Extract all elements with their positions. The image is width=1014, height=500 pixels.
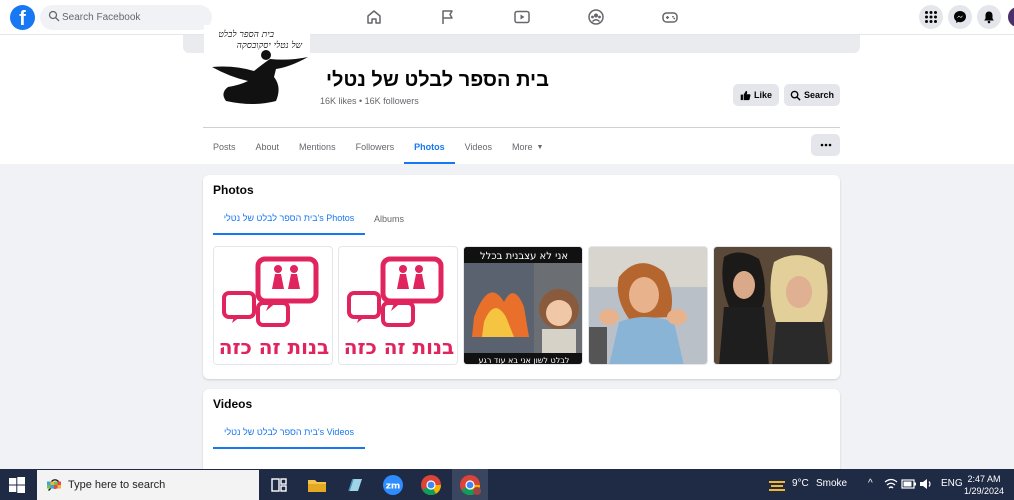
chrome-profile-icon[interactable]: [458, 473, 482, 497]
bell-icon: [984, 11, 994, 24]
search-icon: [790, 90, 801, 101]
tab-posts[interactable]: Posts: [203, 130, 246, 164]
account-avatar[interactable]: [1006, 5, 1014, 29]
windows-taskbar: Type here to search zm 9°C Smoke ^ ENG 2…: [0, 469, 1014, 500]
clock-date: 1/29/2024: [963, 486, 1005, 496]
svg-text:של נטלי יסקובסקה: של נטלי יסקובסקה: [237, 40, 303, 51]
photo-caption: בנות זה כזה: [219, 335, 330, 359]
weather-icon: [769, 481, 785, 491]
subtab-page-photos[interactable]: בית הספר לבלט של נטלי's Photos: [213, 203, 365, 235]
notifications-button[interactable]: [977, 5, 1001, 29]
like-label: Like: [753, 90, 772, 100]
task-view-icon[interactable]: [267, 473, 291, 497]
tab-followers[interactable]: Followers: [346, 130, 405, 164]
messenger-icon: [954, 11, 966, 23]
photo-thumbnail[interactable]: בנות זה כזה: [338, 246, 458, 365]
zoom-icon[interactable]: zm: [381, 473, 405, 497]
tab-videos[interactable]: Videos: [455, 130, 502, 164]
meme-top-text: אני לא עצבנית בכלל: [480, 251, 568, 262]
page-search-button[interactable]: Search: [784, 84, 840, 106]
notes-app-icon[interactable]: [343, 473, 367, 497]
tab-more-label: More: [511, 142, 533, 152]
photos-card: Photos בית הספר לבלט של נטלי's Photos Al…: [203, 175, 840, 379]
photo-thumbnail[interactable]: [713, 246, 833, 365]
battery-icon[interactable]: [901, 477, 917, 491]
taskbar-search-box[interactable]: Type here to search: [37, 470, 259, 500]
meme-image: אני לא עצבנית בכלל לבלט לשון אני בא עוד …: [464, 247, 582, 365]
photo-thumbnail[interactable]: אני לא עצבנית בכלל לבלט לשון אני בא עוד …: [463, 246, 583, 365]
search-input[interactable]: [62, 7, 202, 28]
bubbles-logo-image: בנות זה כזה: [344, 256, 455, 359]
clock-time: 2:47 AM: [967, 474, 1001, 484]
page-title: בית הספר לבלט של נטלי: [326, 69, 549, 91]
volume-icon[interactable]: [919, 477, 933, 491]
weather-temp: 9°C: [792, 478, 809, 489]
tab-mentions[interactable]: Mentions: [289, 130, 346, 164]
messenger-button[interactable]: [948, 5, 972, 29]
puzzle-icon: [47, 481, 61, 489]
meme-bottom-text: לבלט לשון אני בא עוד רגע: [479, 356, 570, 365]
language-indicator[interactable]: ENG: [941, 478, 963, 489]
ellipsis-icon: [820, 143, 831, 147]
header-divider: [203, 127, 840, 128]
flag-icon[interactable]: [439, 8, 457, 26]
windows-start-icon[interactable]: [8, 476, 26, 494]
photos-title: Photos: [213, 183, 254, 197]
video-icon[interactable]: [513, 8, 531, 26]
chevron-up-icon[interactable]: ^: [868, 478, 873, 489]
search-icon: [48, 10, 60, 22]
videos-card: Videos בית הספר לבלט של נטלי's Videos: [203, 389, 840, 469]
svg-text:בית הספר לבלט: בית הספר לבלט: [218, 29, 274, 40]
gaming-icon[interactable]: [661, 8, 679, 26]
menu-grid-icon: [925, 11, 937, 23]
photo-thumbnail[interactable]: בנות זה כזה: [213, 246, 333, 365]
photo-caption: בנות זה כזה: [344, 335, 455, 359]
ballerina-logo-image: בית הספר לבלט של נטלי יסקובסקה: [212, 29, 308, 104]
menu-grid-button[interactable]: [919, 5, 943, 29]
tab-about[interactable]: About: [246, 130, 290, 164]
page-header: בית הספר לבלט של נטלי יסקובסקה בית הספר …: [0, 25, 1014, 164]
zoom-label: zm: [386, 482, 401, 492]
facebook-logo[interactable]: f: [10, 5, 35, 30]
more-options-button[interactable]: [811, 134, 840, 156]
wifi-icon[interactable]: [883, 476, 899, 492]
photo-grid: בנות זה כזה בנות זה כזה אני לא עצבנית בכ…: [213, 246, 833, 365]
system-clock[interactable]: 2:47 AM 1/29/2024: [962, 473, 1006, 497]
subtab-page-videos[interactable]: בית הספר לבלט של נטלי's Videos: [213, 417, 365, 449]
subtab-albums[interactable]: Albums: [374, 203, 404, 235]
weather-desc: Smoke: [816, 478, 848, 489]
profile-picture[interactable]: בית הספר לבלט של נטלי יסקובסקה: [204, 25, 310, 115]
file-explorer-icon[interactable]: [305, 473, 329, 497]
taskbar-search-text: Type here to search: [68, 479, 166, 491]
photo-thumbnail[interactable]: [588, 246, 708, 365]
search-box[interactable]: [40, 5, 212, 30]
woman-photo-image: [589, 247, 707, 364]
page-tabs: Posts About Mentions Followers Photos Vi…: [203, 130, 553, 164]
videos-title: Videos: [213, 397, 253, 411]
thumbs-up-icon: [740, 90, 751, 100]
bubbles-logo-image: בנות זה כזה: [219, 256, 330, 359]
top-navigation-bar: f: [0, 0, 1014, 35]
groups-icon[interactable]: [587, 8, 605, 26]
caret-down-icon: ▼: [536, 143, 544, 151]
tab-more[interactable]: More ▼: [502, 130, 553, 164]
page-stats: 16K likes • 16K followers: [320, 96, 419, 106]
tab-photos[interactable]: Photos: [404, 130, 455, 164]
like-button[interactable]: Like: [733, 84, 779, 106]
chrome-icon[interactable]: [419, 473, 443, 497]
band-photo-image: [714, 247, 832, 364]
search-label: Search: [803, 90, 835, 100]
home-icon[interactable]: [365, 8, 383, 26]
